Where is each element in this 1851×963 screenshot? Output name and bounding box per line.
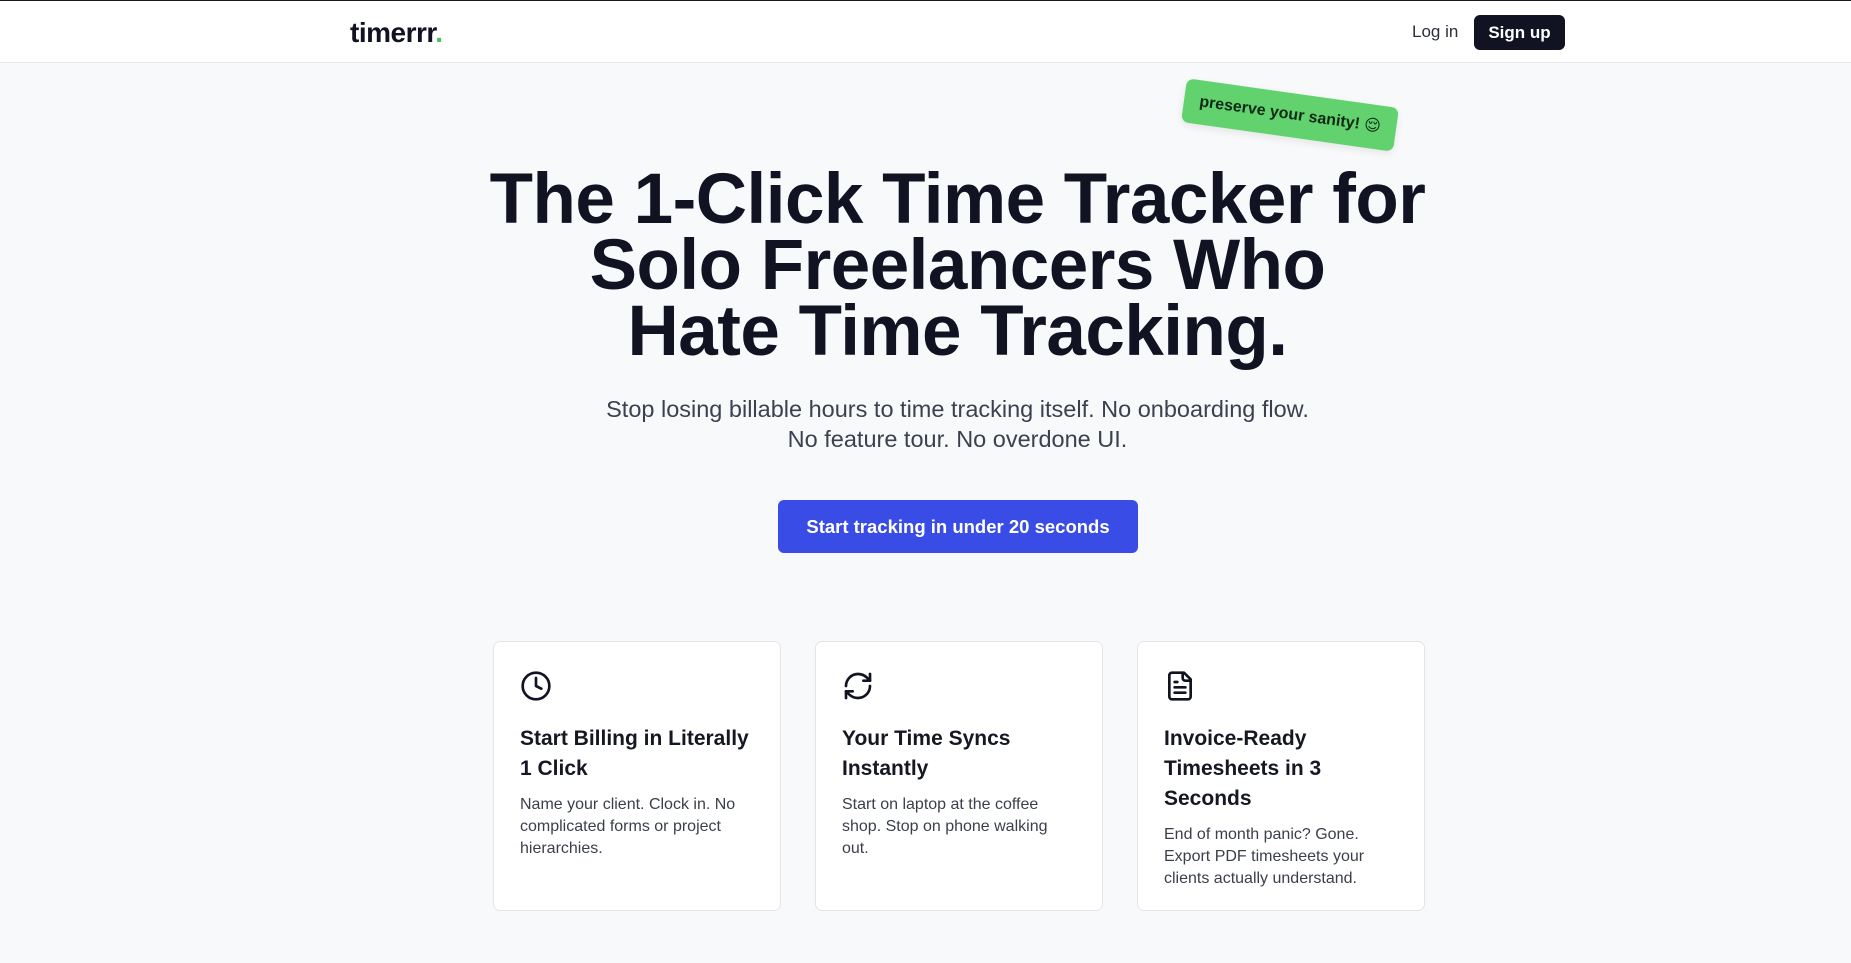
- clock-icon: [520, 670, 552, 702]
- logo-text: timerrr: [350, 17, 436, 48]
- document-icon: [1164, 670, 1196, 702]
- start-tracking-button[interactable]: Start tracking in under 20 seconds: [778, 500, 1138, 553]
- feature-card-billing: Start Billing in Literally 1 Click Name …: [493, 641, 781, 911]
- feature-title: Your Time Syncs Instantly: [842, 727, 1011, 780]
- feature-description: Name your client. Clock in. No complicat…: [520, 796, 736, 857]
- hero-headline: The 1-Click Time Tracker for Solo Freela…: [400, 164, 1515, 367]
- feature-description: End of month panic? Gone. Export PDF tim…: [1164, 826, 1365, 887]
- sanity-sticker: preserve your sanity! 😌: [1180, 78, 1400, 152]
- signup-button[interactable]: Sign up: [1474, 15, 1565, 50]
- feature-description: Start on laptop at the coffee shop. Stop…: [842, 796, 1048, 857]
- feature-card-invoice: Invoice-Ready Timesheets in 3 Seconds En…: [1137, 641, 1425, 911]
- subhead-line: Stop losing billable hours to time track…: [606, 396, 1309, 422]
- hero-subheading: Stop losing billable hours to time track…: [560, 394, 1355, 454]
- top-navbar: timerrr. Log in Sign up: [0, 1, 1851, 63]
- login-link[interactable]: Log in: [1400, 15, 1470, 49]
- sync-icon: [842, 670, 874, 702]
- logo[interactable]: timerrr.: [350, 17, 443, 49]
- feature-title: Start Billing in Literally 1 Click: [520, 727, 749, 780]
- feature-title: Invoice-Ready Timesheets in 3 Seconds: [1164, 727, 1322, 810]
- headline-line: Hate Time Tracking.: [627, 292, 1288, 371]
- subhead-line: No feature tour. No overdone UI.: [787, 426, 1128, 452]
- logo-dot: .: [435, 17, 443, 48]
- feature-card-sync: Your Time Syncs Instantly Start on lapto…: [815, 641, 1103, 911]
